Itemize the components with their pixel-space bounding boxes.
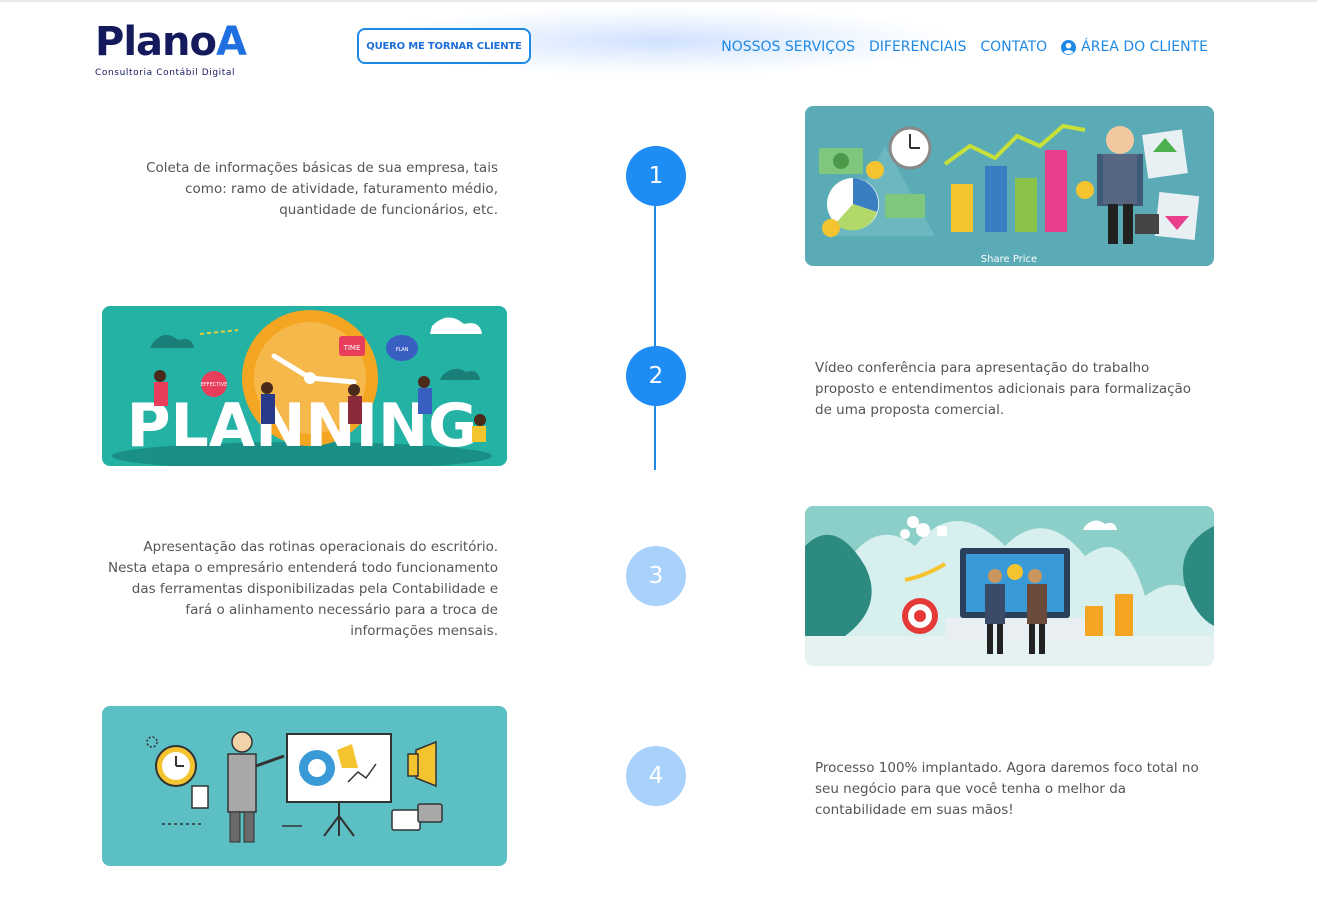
top-border xyxy=(0,0,1317,2)
tag-plan: PLAN xyxy=(395,347,408,353)
logo[interactable]: PlanoA Consultoria Contábil Digital xyxy=(95,20,255,84)
step-number-4: 4 xyxy=(626,746,686,806)
step-3-text: Apresentação das rotinas operacionais do… xyxy=(108,539,498,639)
planning-illustration-icon: TIME PLAN EFFECTIVE PLANNING xyxy=(102,306,507,466)
handshake-laptop-illustration-icon xyxy=(805,506,1214,666)
nav-link-contact[interactable]: CONTATO xyxy=(980,39,1047,55)
nav-link-client-area[interactable]: ÁREA DO CLIENTE xyxy=(1061,39,1208,55)
become-client-button[interactable]: QUERO ME TORNAR CLIENTE xyxy=(357,28,531,64)
step-1-text: Coleta de informações básicas de sua emp… xyxy=(146,160,498,218)
step-number-2: 2 xyxy=(626,346,686,406)
nav-link-services[interactable]: NOSSOS SERVIÇOS xyxy=(721,39,855,55)
step-number-3: 3 xyxy=(626,546,686,606)
share-price-caption: Share Price xyxy=(981,254,1037,265)
step-number-1: 1 xyxy=(626,146,686,206)
logo-wordmark: PlanoA xyxy=(95,19,247,65)
tag-effective: EFFECTIVE xyxy=(201,382,228,388)
finance-chart-illustration-icon: Share Price xyxy=(805,106,1214,266)
logo-tagline: Consultoria Contábil Digital xyxy=(95,68,236,78)
step-1-image: Share Price xyxy=(805,106,1214,266)
step-2-text: Vídeo conferência para apresentação do t… xyxy=(815,360,1192,418)
timeline-line xyxy=(654,176,656,470)
tag-time: TIME xyxy=(343,344,361,352)
nav-link-differentials[interactable]: DIFERENCIAIS xyxy=(869,39,966,55)
step-4-text: Processo 100% implantado. Agora daremos … xyxy=(815,760,1199,818)
main-nav: NOSSOS SERVIÇOS DIFERENCIAIS CONTATO ÁRE… xyxy=(721,36,1208,58)
step-2-image: TIME PLAN EFFECTIVE PLANNING xyxy=(102,306,507,466)
step-4-image xyxy=(102,706,507,866)
presentation-illustration-icon xyxy=(102,706,507,866)
user-circle-icon xyxy=(1061,39,1077,55)
step-3-image xyxy=(805,506,1214,666)
